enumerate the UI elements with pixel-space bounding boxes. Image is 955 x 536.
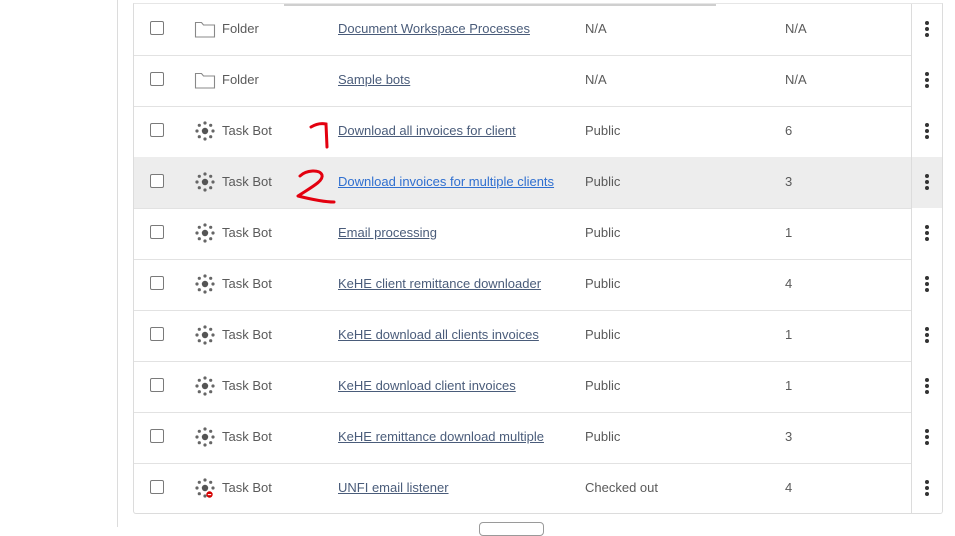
table-row[interactable]: Task Bot KeHE download client invoices P… [134, 361, 942, 413]
row-name-link[interactable]: KeHE remittance download multiple [338, 429, 544, 444]
row-access: Public [585, 429, 621, 444]
more-actions-icon[interactable] [925, 429, 929, 445]
row-actions-cell [911, 55, 942, 106]
row-actions-cell [911, 4, 942, 55]
row-checkbox[interactable] [150, 429, 164, 443]
row-access: Public [585, 327, 621, 342]
more-actions-icon[interactable] [925, 72, 929, 88]
more-actions-icon[interactable] [925, 276, 929, 292]
row-access: Public [585, 174, 621, 189]
more-actions-icon[interactable] [925, 480, 929, 496]
task-bot-icon [195, 172, 215, 192]
row-name-link[interactable]: Email processing [338, 225, 437, 240]
row-actions-cell [911, 412, 942, 463]
row-count: 1 [785, 378, 793, 393]
table-row[interactable]: Task Bot Download all invoices for clien… [134, 106, 942, 158]
row-actions-cell [911, 157, 942, 208]
row-checkbox[interactable] [150, 123, 164, 137]
more-actions-icon[interactable] [925, 21, 929, 37]
task-bot-icon [195, 274, 215, 294]
row-count: 6 [785, 123, 793, 138]
row-type: Task Bot [222, 327, 272, 342]
row-count: 1 [785, 225, 793, 240]
more-actions-icon[interactable] [925, 378, 929, 394]
row-name-link[interactable]: Download invoices for multiple clients [338, 174, 554, 189]
row-type: Task Bot [222, 276, 272, 291]
row-count: 4 [785, 276, 793, 291]
bots-table: Folder Document Workspace Processes N/A … [133, 3, 943, 514]
row-type: Task Bot [222, 480, 272, 495]
row-count: N/A [785, 72, 807, 87]
task-bot-icon [195, 376, 215, 396]
table-row[interactable]: Task Bot UNFI email listener Checked out… [134, 463, 942, 513]
table-row[interactable]: Task Bot KeHE download all clients invoi… [134, 310, 942, 362]
folder-icon [194, 72, 216, 89]
row-name-link[interactable]: Download all invoices for client [338, 123, 516, 138]
table-row[interactable]: Task Bot Download invoices for multiple … [134, 157, 942, 209]
row-type: Folder [222, 21, 259, 36]
row-actions-cell [911, 310, 942, 361]
row-checkbox[interactable] [150, 378, 164, 392]
row-checkbox[interactable] [150, 174, 164, 188]
pagination-button[interactable] [479, 522, 544, 536]
row-type: Task Bot [222, 123, 272, 138]
row-actions-cell [911, 259, 942, 310]
page-divider [117, 0, 118, 527]
more-actions-icon[interactable] [925, 174, 929, 190]
table-row[interactable]: Task Bot KeHE remittance download multip… [134, 412, 942, 464]
row-name-link[interactable]: KeHE download client invoices [338, 378, 516, 393]
row-access: N/A [585, 72, 607, 87]
more-actions-icon[interactable] [925, 123, 929, 139]
row-type: Folder [222, 72, 259, 87]
row-name-link[interactable]: KeHE download all clients invoices [338, 327, 539, 342]
row-count: N/A [785, 21, 807, 36]
row-name-link[interactable]: UNFI email listener [338, 480, 449, 495]
row-count: 3 [785, 174, 793, 189]
more-actions-icon[interactable] [925, 225, 929, 241]
row-type: Task Bot [222, 225, 272, 240]
folder-icon [194, 21, 216, 38]
task-bot-icon [195, 427, 215, 447]
table-row[interactable]: Folder Sample bots N/A N/A [134, 55, 942, 107]
row-actions-cell [911, 463, 942, 513]
row-checkbox[interactable] [150, 327, 164, 341]
row-checkbox[interactable] [150, 480, 164, 494]
task-bot-icon [195, 121, 215, 141]
row-type: Task Bot [222, 378, 272, 393]
row-access: Public [585, 225, 621, 240]
row-access: Public [585, 378, 621, 393]
row-checkbox[interactable] [150, 276, 164, 290]
task-bot-icon [195, 223, 215, 243]
row-actions-cell [911, 208, 942, 259]
row-access: Checked out [585, 480, 658, 495]
row-count: 1 [785, 327, 793, 342]
row-count: 3 [785, 429, 793, 444]
row-checkbox[interactable] [150, 225, 164, 239]
row-type: Task Bot [222, 174, 272, 189]
more-actions-icon[interactable] [925, 327, 929, 343]
table-row[interactable]: Folder Document Workspace Processes N/A … [134, 4, 942, 56]
table-row[interactable]: Task Bot Email processing Public 1 [134, 208, 942, 260]
table-row[interactable]: Task Bot KeHE client remittance download… [134, 259, 942, 311]
task-bot-icon [195, 478, 215, 498]
row-checkbox[interactable] [150, 72, 164, 86]
task-bot-icon [195, 325, 215, 345]
row-access: Public [585, 276, 621, 291]
row-type: Task Bot [222, 429, 272, 444]
row-checkbox[interactable] [150, 21, 164, 35]
row-name-link[interactable]: Sample bots [338, 72, 410, 87]
row-actions-cell [911, 361, 942, 412]
row-name-link[interactable]: Document Workspace Processes [338, 21, 530, 36]
row-count: 4 [785, 480, 793, 495]
row-access: Public [585, 123, 621, 138]
row-access: N/A [585, 21, 607, 36]
row-name-link[interactable]: KeHE client remittance downloader [338, 276, 541, 291]
row-actions-cell [911, 106, 942, 157]
